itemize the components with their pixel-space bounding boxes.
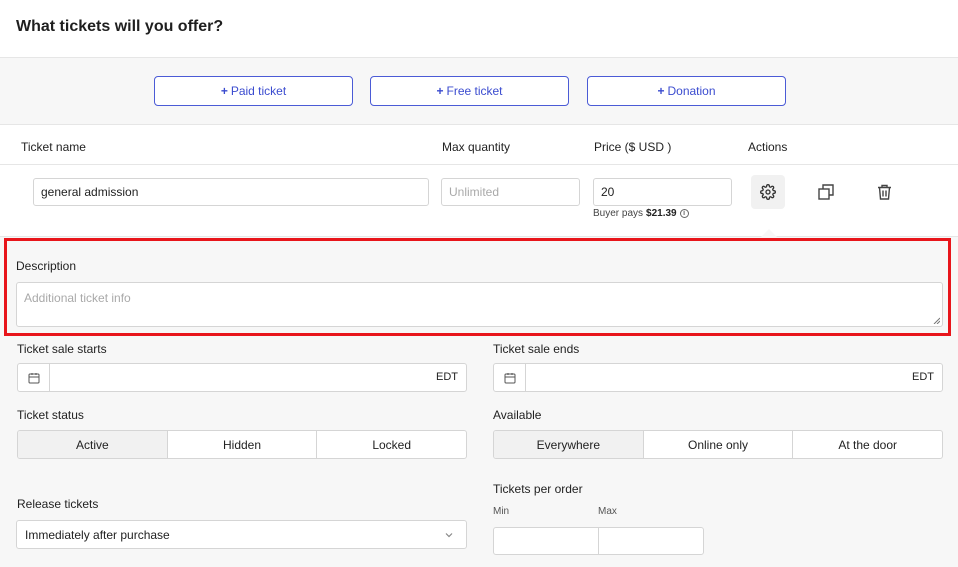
buyer-pays-label: Buyer pays: [593, 208, 644, 219]
plus-icon: +: [436, 84, 444, 98]
available-label: Available: [493, 408, 542, 422]
min-label: Min: [493, 506, 510, 517]
available-segmented-control: Everywhere Online only At the door: [493, 430, 943, 459]
tickets-per-order-inputs: [493, 527, 704, 555]
status-option-active[interactable]: Active: [18, 431, 168, 458]
add-donation-label: Donation: [667, 84, 716, 98]
ticket-status-segmented-control: Active Hidden Locked: [17, 430, 467, 459]
page-header: What tickets will you offer?: [0, 0, 958, 58]
calendar-icon: [28, 372, 39, 383]
max-input[interactable]: [599, 528, 703, 554]
available-option-online-only[interactable]: Online only: [644, 431, 794, 458]
settings-button[interactable]: [751, 175, 785, 209]
plus-icon: +: [657, 84, 665, 98]
chevron-down-icon: [445, 533, 453, 538]
sale-ends-label: Ticket sale ends: [493, 342, 580, 356]
add-donation-button[interactable]: + Donation: [587, 76, 786, 106]
duplicate-button[interactable]: [809, 175, 843, 209]
timezone-label: EDT: [912, 371, 934, 383]
gear-icon: [760, 184, 776, 200]
release-tickets-select[interactable]: Immediately after purchase: [16, 520, 467, 549]
tickets-per-order-label: Tickets per order: [493, 482, 583, 496]
plus-icon: +: [220, 84, 228, 98]
sale-ends-field[interactable]: EDT: [493, 363, 943, 392]
min-input[interactable]: [494, 528, 599, 554]
sale-starts-field[interactable]: EDT: [17, 363, 467, 392]
status-option-hidden[interactable]: Hidden: [168, 431, 318, 458]
settings-pointer: [761, 229, 777, 237]
trash-icon: [877, 184, 891, 200]
delete-button[interactable]: [867, 175, 901, 209]
add-free-ticket-label: Free ticket: [446, 84, 503, 98]
calendar-button[interactable]: [494, 364, 526, 391]
available-option-at-the-door[interactable]: At the door: [793, 431, 942, 458]
column-header-max-quantity: Max quantity: [442, 140, 511, 154]
column-header-ticket-name: Ticket name: [21, 140, 86, 154]
timezone-label: EDT: [436, 371, 458, 383]
column-header-actions: Actions: [748, 140, 788, 154]
max-label: Max: [598, 506, 617, 517]
release-tickets-label: Release tickets: [17, 497, 99, 511]
ticket-name-input[interactable]: general admission: [33, 178, 429, 206]
add-paid-ticket-label: Paid ticket: [230, 84, 287, 98]
calendar-button[interactable]: [18, 364, 50, 391]
ticket-status-label: Ticket status: [17, 408, 84, 422]
calendar-icon: [504, 372, 515, 383]
max-quantity-input[interactable]: Unlimited: [441, 178, 580, 206]
available-option-everywhere[interactable]: Everywhere: [494, 431, 644, 458]
add-free-ticket-button[interactable]: + Free ticket: [370, 76, 569, 106]
sale-starts-label: Ticket sale starts: [17, 342, 107, 356]
buyer-pays-note: Buyer pays $21.39 i: [593, 208, 689, 219]
status-option-locked[interactable]: Locked: [317, 431, 466, 458]
column-header-price: Price ($ USD ): [594, 140, 672, 154]
release-tickets-value: Immediately after purchase: [25, 527, 170, 542]
page-title: What tickets will you offer?: [16, 18, 224, 35]
add-paid-ticket-button[interactable]: + Paid ticket: [154, 76, 353, 106]
buyer-pays-amount: $21.39: [646, 208, 677, 219]
highlight-box: [4, 238, 951, 336]
price-input[interactable]: 20: [593, 178, 732, 206]
copy-icon: [818, 184, 834, 200]
info-icon[interactable]: i: [679, 209, 689, 218]
add-ticket-bar: + Paid ticket + Free ticket + Donation: [0, 58, 958, 125]
